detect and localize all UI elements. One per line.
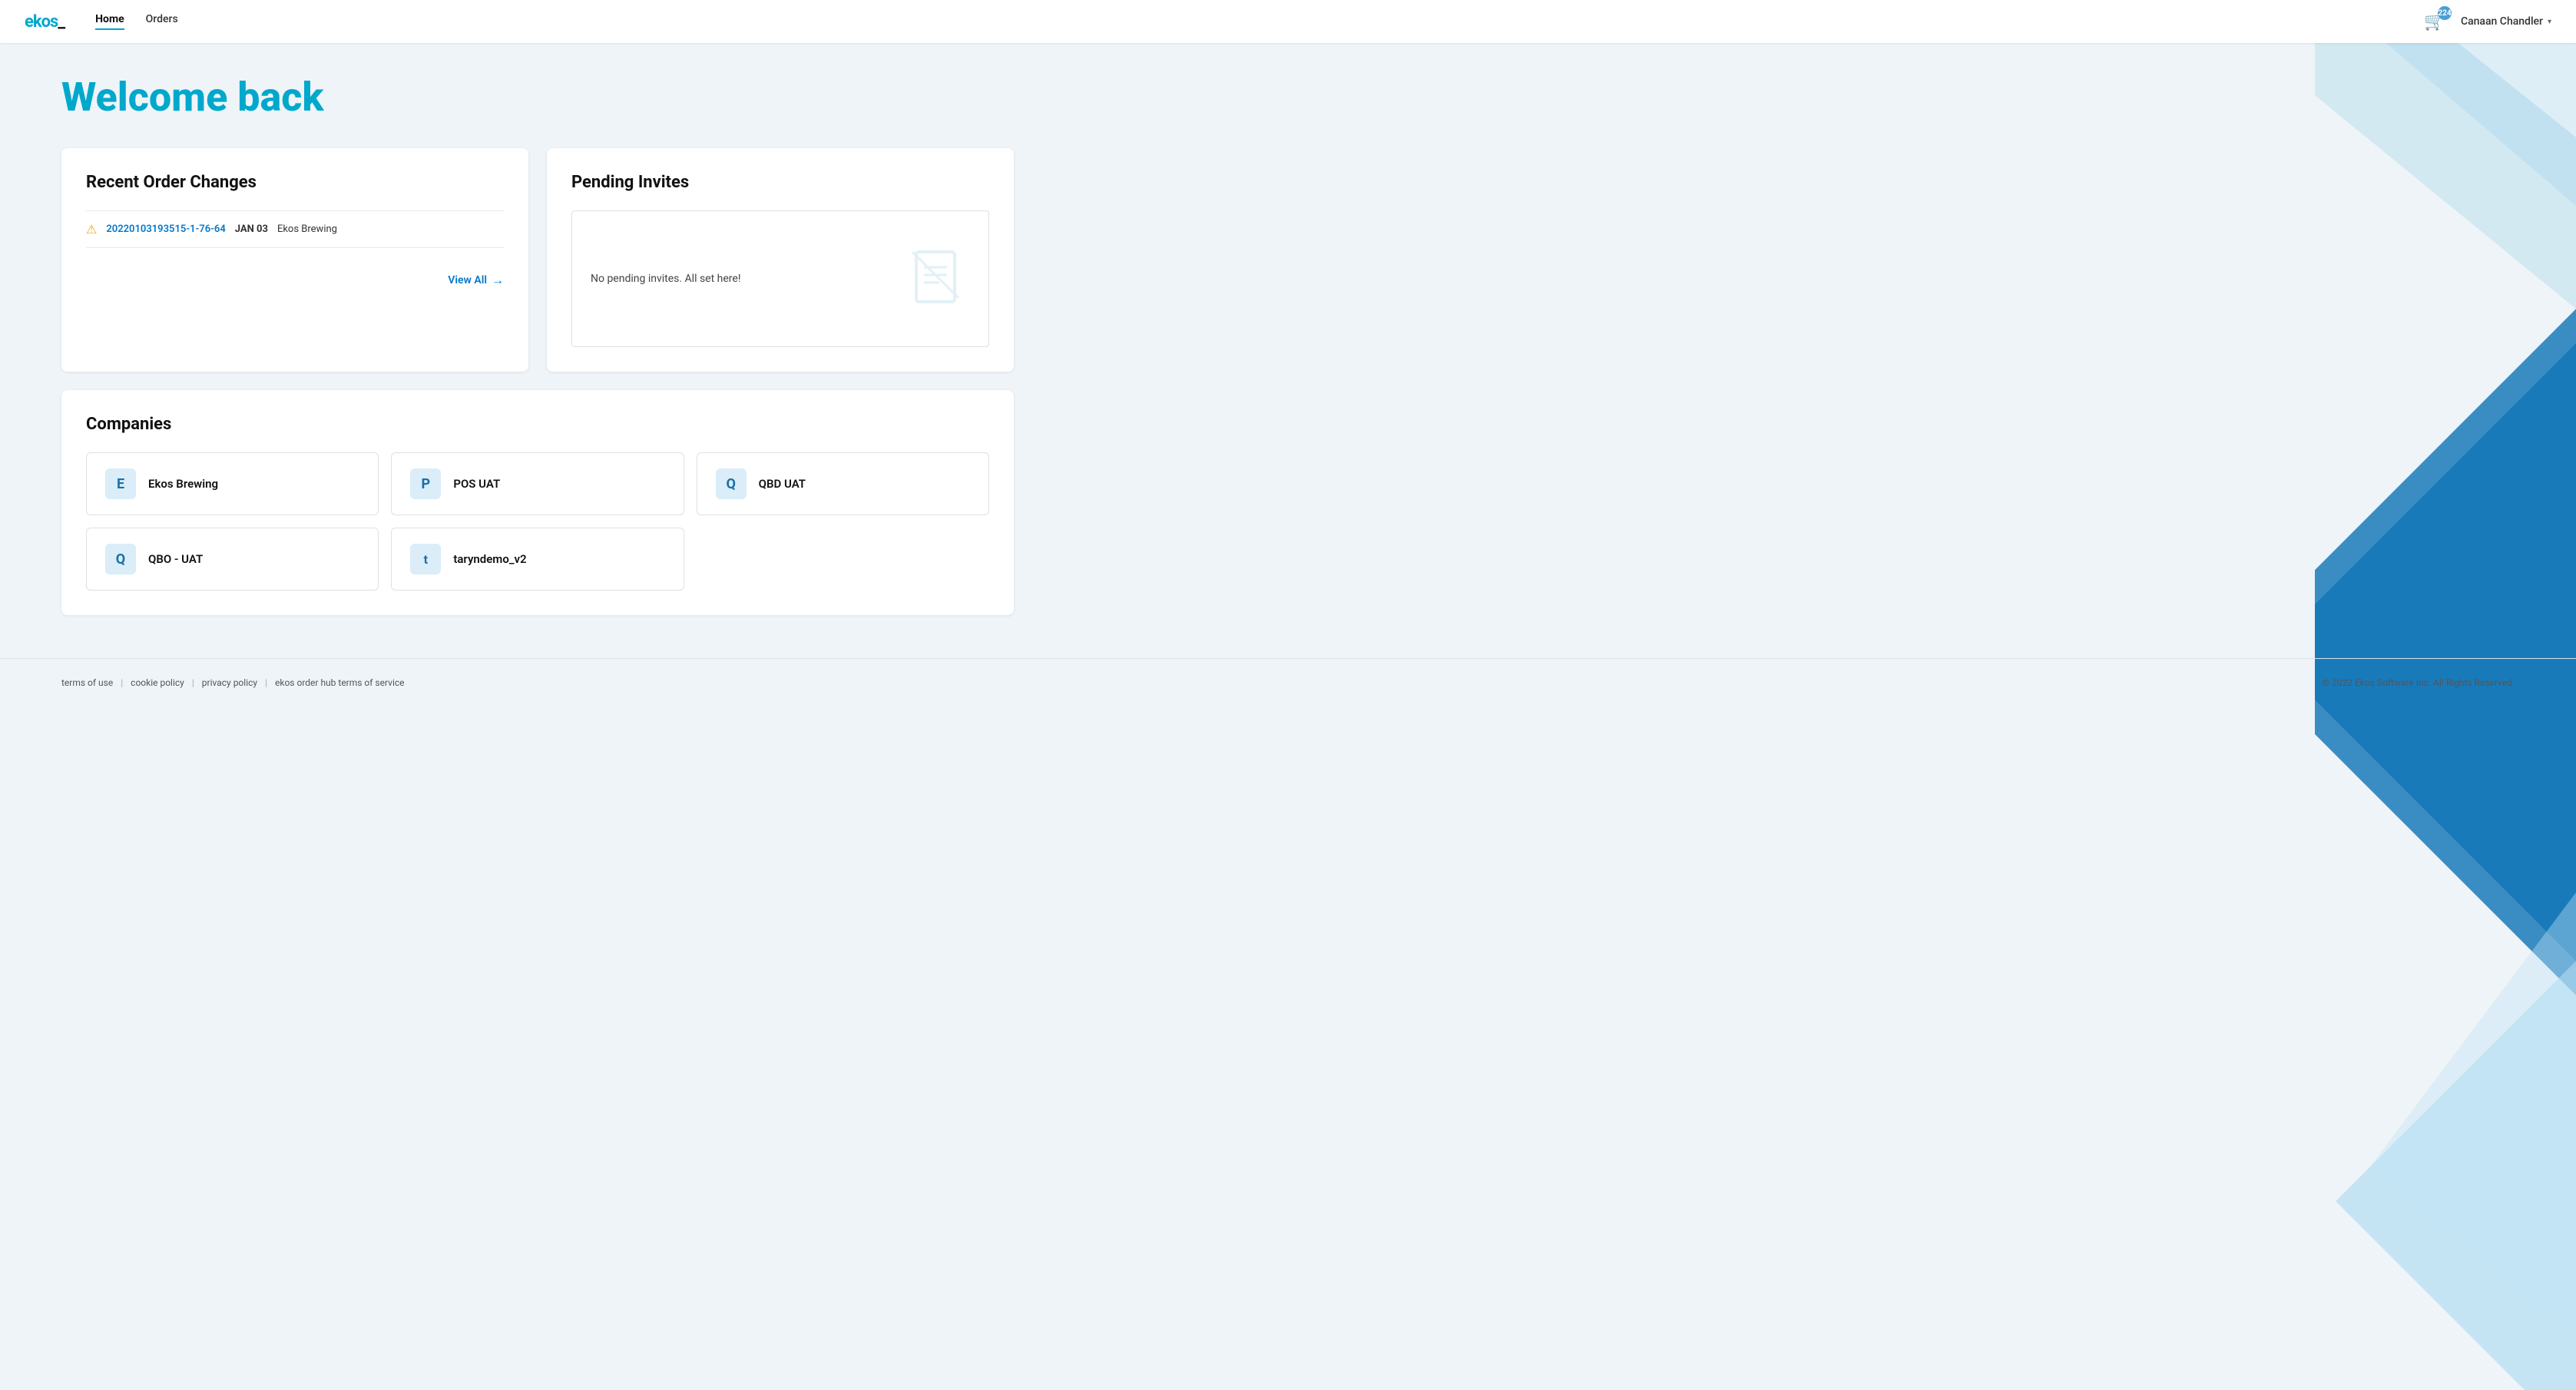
company-name-taryn: taryndemo_v2 [453,552,526,566]
footer-terms[interactable]: terms of use [61,677,113,688]
companies-grid: E Ekos Brewing P POS UAT Q QBD UAT Q QBO… [86,452,989,591]
empty-state-icon [909,248,970,309]
companies-title: Companies [86,415,989,434]
company-item-ekos[interactable]: E Ekos Brewing [86,452,379,515]
pending-empty-message: No pending invites. All set here! [591,273,740,285]
footer-copyright: © 2022 Ekos Software Inc. All Rights Res… [2323,677,2515,688]
footer-links: terms of use | cookie policy | privacy p… [61,677,405,688]
arrow-right-icon: → [492,273,504,288]
cart-button[interactable]: 🛒 224 [2421,8,2449,35]
company-name-qbo: QBO - UAT [148,552,203,566]
nav-links: Home Orders [95,13,2421,30]
order-date: JAN 03 [235,223,268,235]
user-menu[interactable]: Canaan Chandler ▾ [2461,15,2551,28]
warning-icon: ⚠ [86,222,97,237]
footer-sep-2: | [192,677,194,688]
company-item-qbd[interactable]: Q QBD UAT [697,452,989,515]
company-avatar-qbo: Q [105,544,136,574]
nav-orders[interactable]: Orders [146,13,178,30]
chevron-down-icon: ▾ [2548,18,2551,26]
pending-invites-title: Pending Invites [571,173,989,192]
app-logo[interactable]: ekos_ [25,12,65,31]
footer-cookie[interactable]: cookie policy [131,677,184,688]
cart-badge: 224 [2438,6,2452,20]
company-name-ekos: Ekos Brewing [148,477,218,491]
welcome-title: Welcome back [61,74,1014,121]
footer-privacy[interactable]: privacy policy [202,677,257,688]
navbar: ekos_ Home Orders 🛒 224 Canaan Chandler … [0,0,2576,43]
company-avatar-e: E [105,468,136,499]
view-all-row: View All → [86,273,504,288]
order-id-link[interactable]: 20220103193515-1-76-64 [106,223,225,235]
pending-invites-card: Pending Invites No pending invites. All … [547,148,1014,372]
footer-sep-1: | [121,677,123,688]
footer-sep-3: | [265,677,267,688]
company-name-qbd: QBD UAT [759,477,806,491]
nav-home[interactable]: Home [95,13,124,30]
navbar-right: 🛒 224 Canaan Chandler ▾ [2421,8,2551,35]
company-item-pos[interactable]: P POS UAT [391,452,684,515]
company-avatar-qbd: Q [716,468,747,499]
logo-text: ekos [25,12,58,31]
order-company: Ekos Brewing [277,223,337,235]
view-all-label: View All [448,274,487,286]
company-item-taryn[interactable]: t taryndemo_v2 [391,528,684,591]
company-item-qbo[interactable]: Q QBO - UAT [86,528,379,591]
recent-orders-card: Recent Order Changes ⚠ 20220103193515-1-… [61,148,528,372]
companies-card: Companies E Ekos Brewing P POS UAT Q QBD… [61,390,1014,615]
company-avatar-p: P [410,468,441,499]
company-avatar-t: t [410,544,441,574]
footer-hub-terms[interactable]: ekos order hub terms of service [275,677,405,688]
view-all-link[interactable]: View All → [448,273,504,288]
user-name: Canaan Chandler [2461,15,2543,28]
recent-orders-title: Recent Order Changes [86,173,504,192]
footer: terms of use | cookie policy | privacy p… [0,658,2576,707]
top-cards-row: Recent Order Changes ⚠ 20220103193515-1-… [61,148,1014,372]
logo-underscore: _ [58,12,65,31]
order-row: ⚠ 20220103193515-1-76-64 JAN 03 Ekos Bre… [86,210,504,248]
pending-empty-state: No pending invites. All set here! [571,210,989,347]
main-content: Welcome back Recent Order Changes ⚠ 2022… [0,43,1075,646]
company-name-pos: POS UAT [453,477,500,491]
